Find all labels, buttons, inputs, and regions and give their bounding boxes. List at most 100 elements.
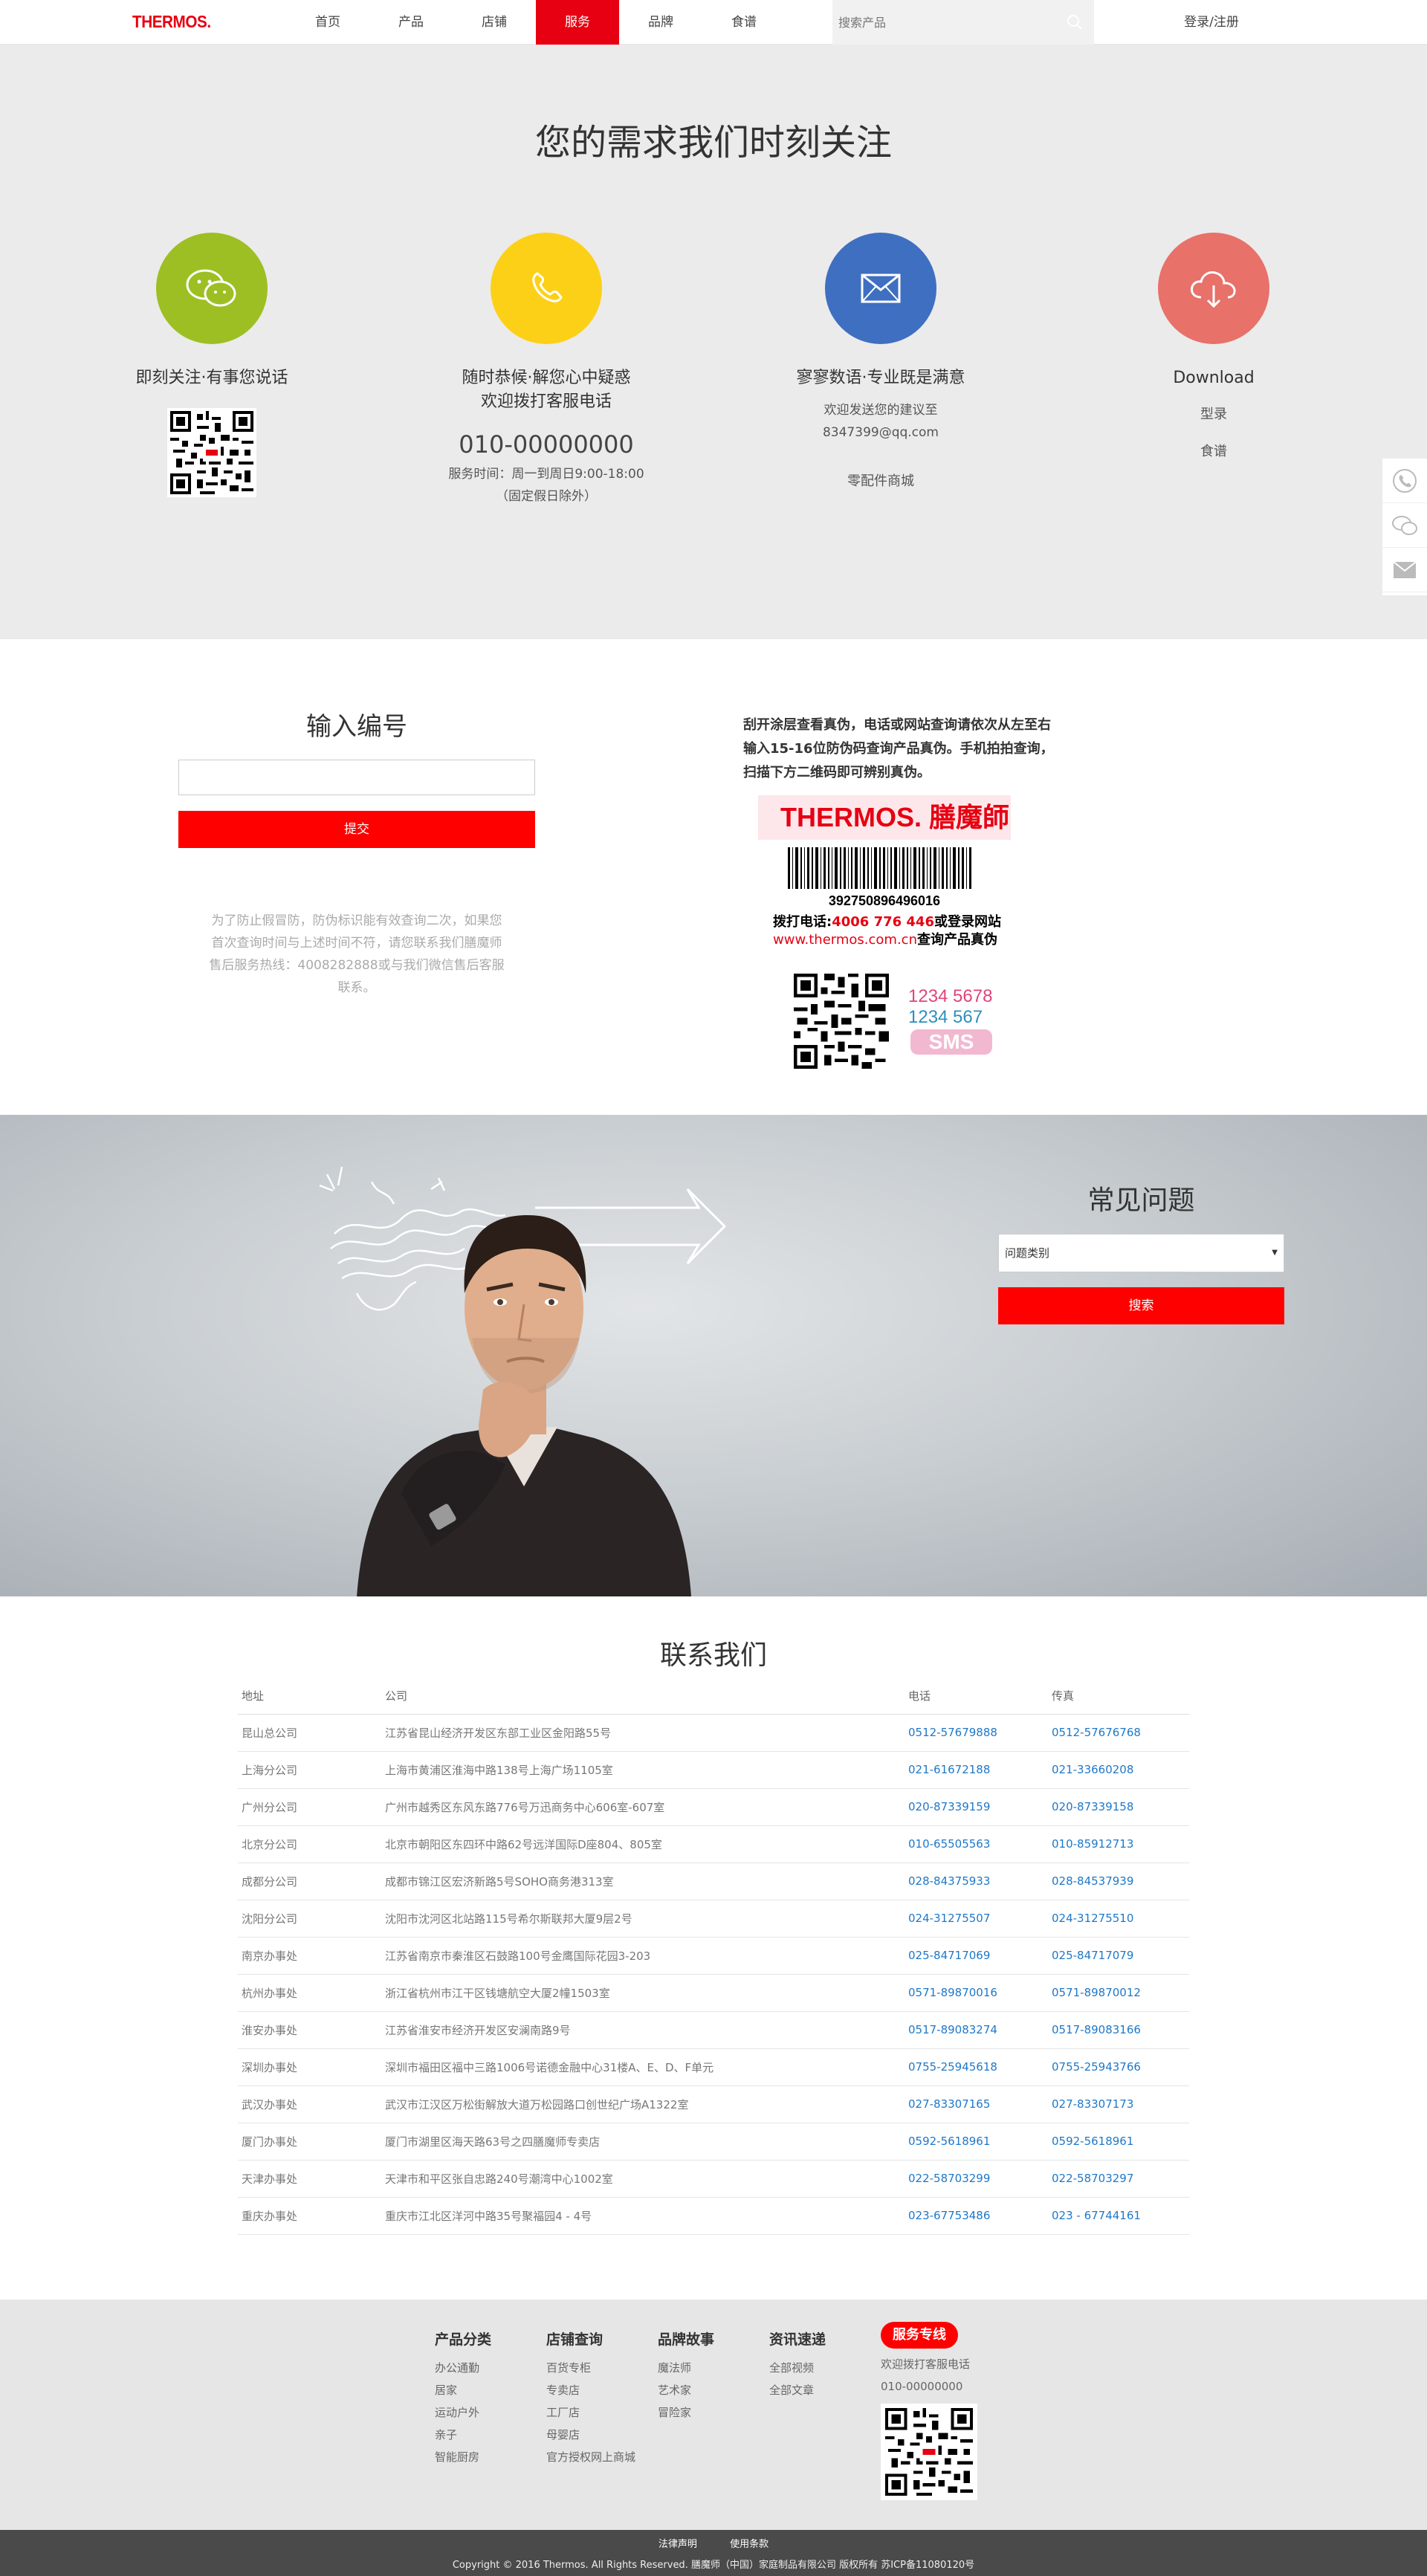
nav-home[interactable]: 首页 [286, 0, 369, 45]
label-phone-prefix: 拨打电话: [773, 913, 832, 930]
office-name: 北京分公司 [238, 1825, 381, 1863]
verify-note: 为了防止假冒防，防伪标识能有效查询二次，如果您首次查询时间与上述时间不符，请您联… [209, 913, 505, 995]
footer-link[interactable]: 全部视频 [769, 2357, 826, 2379]
office-fax[interactable]: 021-33660208 [1048, 1751, 1189, 1789]
side-wechat-button[interactable] [1382, 503, 1427, 548]
office-fax[interactable]: 025-84717079 [1048, 1937, 1189, 1975]
side-phone-button[interactable] [1382, 459, 1427, 503]
footer-link[interactable]: 运动户外 [435, 2401, 491, 2424]
office-fax[interactable]: 0755-25943766 [1048, 2048, 1189, 2086]
office-phone[interactable]: 0517-89083274 [905, 2011, 1048, 2049]
faq-banner: 常见问题 问题类别 ▼ 搜索 [0, 1115, 1427, 1596]
footer-link[interactable]: 魔法师 [658, 2357, 714, 2379]
phone-circle[interactable] [491, 233, 602, 344]
office-phone[interactable]: 022-58703299 [905, 2160, 1048, 2198]
svg-text:www.thermos.com.cn查询产品真伪: www.thermos.com.cn查询产品真伪 [773, 931, 997, 948]
label-brand: THERMOS. 膳魔師 [780, 802, 1009, 832]
office-phone[interactable]: 027-83307165 [905, 2085, 1048, 2123]
submit-button[interactable]: 提交 [178, 811, 535, 848]
footer-link[interactable]: 智能厨房 [435, 2446, 491, 2468]
catalog-link[interactable]: 型录 [1046, 404, 1381, 426]
anti-counterfeit-label: THERMOS. 膳魔師 392750896496016 拨打电话:4006 7… [751, 795, 1018, 996]
office-phone[interactable]: 028-84375933 [905, 1863, 1048, 1900]
label-website: www.thermos.com.cn [773, 932, 917, 948]
office-fax[interactable]: 0512-57676768 [1048, 1714, 1189, 1752]
footer-link[interactable]: 亲子 [435, 2424, 491, 2446]
sms-number-2: 1234 567 [908, 1007, 983, 1027]
table-row: 广州分公司 广州市越秀区东风东路776号万迅商务中心606室-607室 020-87… [238, 1788, 1189, 1826]
footer-link[interactable]: 官方授权网上商城 [546, 2446, 635, 2468]
office-phone[interactable]: 0571-89870016 [905, 1974, 1048, 2012]
office-phone[interactable]: 023-67753486 [905, 2197, 1048, 2235]
nav-brand[interactable]: 品牌 [619, 0, 702, 45]
office-address: 重庆市江北区洋河中路35号聚福园4 - 4号 [381, 2197, 905, 2235]
verify-instructions: 刮开涂层查看真伪，电话或网站查询请依次从左至右输入15-16位防伪码查询产品真伪… [743, 717, 1054, 780]
office-name: 广州分公司 [238, 1788, 381, 1826]
office-phone[interactable]: 0592-5618961 [905, 2123, 1048, 2161]
office-name: 昆山总公司 [238, 1714, 381, 1752]
nav-stores[interactable]: 店铺 [453, 0, 536, 45]
side-contact-toolbar [1382, 459, 1427, 595]
barcode-number: 392750896496016 [829, 893, 940, 908]
office-fax[interactable]: 010-85912713 [1048, 1825, 1189, 1863]
thermos-logo[interactable]: THERMOS. [132, 12, 211, 32]
footer-link[interactable]: 办公通勤 [435, 2357, 491, 2379]
mail-address[interactable]: 8347399@qq.com [714, 421, 1048, 444]
legal-notice-link[interactable]: 法律声明 [659, 2539, 697, 2550]
office-phone[interactable]: 010-65505563 [905, 1825, 1048, 1863]
code-input[interactable] [178, 760, 535, 795]
office-fax[interactable]: 0571-89870012 [1048, 1974, 1189, 2012]
main-nav: 首页 产品 店铺 服务 品牌 食谱 [286, 0, 786, 45]
office-address: 深圳市福田区福中三路1006号诺德金融中心31楼A、E、D、F单元 [381, 2048, 905, 2086]
wechat-circle[interactable] [156, 233, 268, 344]
footer-link[interactable]: 百货专柜 [546, 2357, 635, 2379]
footer-link[interactable]: 冒险家 [658, 2401, 714, 2424]
footer-link[interactable]: 艺术家 [658, 2379, 714, 2401]
contact-section: 联系我们 地址 公司 电话 传真 昆山总公司 江苏省昆山经济开发区东部工业区金阳路… [0, 1596, 1427, 2300]
phone-heading-line2: 欢迎拨打客服电话 [480, 392, 612, 411]
download-circle[interactable] [1158, 233, 1269, 344]
parts-mall-link[interactable]: 零配件商城 [714, 470, 1048, 493]
office-fax[interactable]: 022-58703297 [1048, 2160, 1189, 2198]
phone-number[interactable]: 010-00000000 [379, 430, 714, 459]
recipes-download-link[interactable]: 食谱 [1046, 441, 1381, 463]
search-icon[interactable] [1066, 13, 1084, 31]
office-phone[interactable]: 020-87339159 [905, 1788, 1048, 1826]
office-phone[interactable]: 0755-25945618 [905, 2048, 1048, 2086]
nav-recipes[interactable]: 食谱 [702, 0, 786, 45]
office-fax[interactable]: 0517-89083166 [1048, 2011, 1189, 2049]
office-phone[interactable]: 021-61672188 [905, 1751, 1048, 1789]
footer-link[interactable]: 居家 [435, 2379, 491, 2401]
footer-link[interactable]: 全部文章 [769, 2379, 826, 2401]
side-mail-button[interactable] [1382, 548, 1427, 592]
office-address: 北京市朝阳区东四环中路62号远洋国际D座804、805室 [381, 1825, 905, 1863]
office-fax[interactable]: 024-31275510 [1048, 1900, 1189, 1938]
office-phone[interactable]: 024-31275507 [905, 1900, 1048, 1938]
question-category-select[interactable]: 问题类别 ▼ [998, 1234, 1284, 1272]
footer-link[interactable]: 母婴店 [546, 2424, 635, 2446]
office-address: 江苏省昆山经济开发区东部工业区金阳路55号 [381, 1714, 905, 1752]
nav-products[interactable]: 产品 [369, 0, 453, 45]
table-row: 南京办事处 江苏省南京市秦淮区石鼓路100号金鹰国际花园3-203 025-8471… [238, 1937, 1189, 1975]
label-phone-number: 4006 776 446 [832, 914, 934, 930]
login-register-link[interactable]: 登录/注册 [1137, 0, 1286, 45]
mail-icon [1393, 560, 1417, 578]
mail-circle[interactable] [825, 233, 936, 344]
wechat-icon [186, 269, 236, 307]
hotline-number[interactable]: 010-00000000 [881, 2375, 977, 2398]
office-fax[interactable]: 0592-5618961 [1048, 2123, 1189, 2161]
terms-link[interactable]: 使用条款 [730, 2539, 768, 2550]
office-fax[interactable]: 020-87339158 [1048, 1788, 1189, 1826]
office-phone[interactable]: 0512-57679888 [905, 1714, 1048, 1752]
office-fax[interactable]: 027-83307173 [1048, 2085, 1189, 2123]
office-fax[interactable]: 023 - 67744161 [1048, 2197, 1189, 2235]
search-input[interactable] [838, 9, 1054, 36]
nav-service[interactable]: 服务 [536, 0, 619, 45]
office-phone[interactable]: 025-84717069 [905, 1937, 1048, 1975]
office-fax[interactable]: 028-84537939 [1048, 1863, 1189, 1900]
footer-link[interactable]: 专卖店 [546, 2379, 635, 2401]
anti-counterfeit-section: 输入编号 提交 为了防止假冒防，防伪标识能有效查询二次，如果您首次查询时间与上述… [0, 639, 1427, 1115]
office-name: 武汉办事处 [238, 2085, 381, 2123]
footer-link[interactable]: 工厂店 [546, 2401, 635, 2424]
faq-search-button[interactable]: 搜索 [998, 1287, 1284, 1324]
